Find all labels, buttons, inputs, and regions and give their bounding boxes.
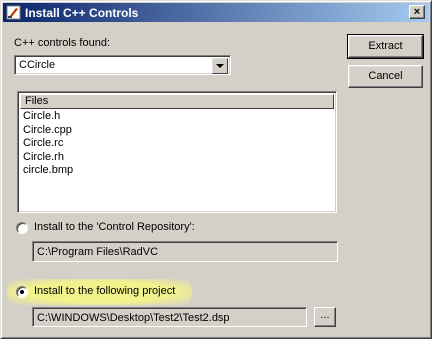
cancel-button[interactable]: Cancel [348, 65, 423, 88]
project-label[interactable]: Install to the following project [34, 285, 175, 297]
close-button[interactable]: × [409, 5, 425, 19]
list-item[interactable]: Circle.h [23, 110, 73, 124]
repository-path-value: C:\Program Files\RadVC [37, 246, 159, 258]
project-radio[interactable] [16, 286, 28, 298]
install-dialog: Install C++ Controls × C++ controls foun… [0, 0, 432, 339]
title-bar[interactable]: Install C++ Controls × [3, 3, 429, 22]
repository-path-field: C:\Program Files\RadVC [32, 241, 338, 262]
extract-button[interactable]: Extract [347, 34, 424, 59]
list-item[interactable]: circle.bmp [23, 164, 73, 178]
list-item[interactable]: Circle.rh [23, 151, 73, 165]
files-column-header[interactable]: Files [20, 94, 334, 109]
app-icon [6, 5, 21, 20]
files-list[interactable]: Files Circle.h Circle.cpp Circle.rc Circ… [17, 91, 337, 213]
chevron-down-icon[interactable] [212, 58, 228, 74]
project-path-value: C:\WINDOWS\Desktop\Test2\Test2.dsp [37, 312, 230, 324]
window-title: Install C++ Controls [25, 6, 139, 20]
controls-found-label: C++ controls found: [14, 37, 111, 49]
list-item[interactable]: Circle.cpp [23, 124, 73, 138]
browse-button[interactable]: ... [314, 307, 336, 327]
project-path-field: C:\WINDOWS\Desktop\Test2\Test2.dsp [32, 307, 307, 327]
list-item[interactable]: Circle.rc [23, 137, 73, 151]
close-icon: × [413, 6, 421, 18]
controls-dropdown-value: CCircle [19, 59, 56, 71]
files-list-items: Circle.h Circle.cpp Circle.rc Circle.rh … [23, 110, 73, 178]
controls-dropdown[interactable]: CCircle [14, 55, 231, 75]
repository-label[interactable]: Install to the 'Control Repository': [34, 221, 195, 233]
repository-radio[interactable] [16, 222, 28, 234]
